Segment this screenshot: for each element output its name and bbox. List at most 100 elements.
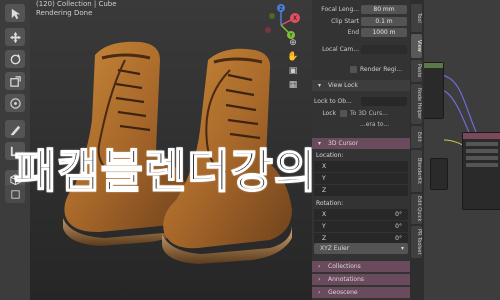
rotate-icon [10,53,20,64]
rotation-label-row: Rotation: [312,198,410,209]
hand-pan-icon[interactable]: ✋ [286,52,300,64]
loc-x-row[interactable]: X [314,161,408,172]
node-socket-row [466,149,498,153]
3d-cursor-title: 3D Cursor [328,140,359,147]
tab-edit-quick[interactable]: Edit Quick [411,194,422,224]
to-3d-cursor-label: To 3D Curs... [350,110,388,117]
focal-length-row: Focal Leng... 80 mm [312,4,410,15]
rot-y-row[interactable]: Y 0° [314,221,408,232]
local-camera-row: Local Cam... [312,44,410,55]
rot-x-label: X [322,211,327,218]
focal-length-label: Focal Leng... [321,6,359,13]
loc-z-row[interactable]: Z [314,185,408,196]
node-box[interactable] [430,158,448,190]
rotation-mode-select[interactable]: XYZ Euler ▾ [314,243,408,254]
clip-end-field[interactable]: 1000 m [361,28,407,37]
location-label-row: Location: [312,150,410,161]
viewport-nav-icons: ⊕ ✋ ▣ ▦ [286,38,302,98]
gizmo-x-label: X [293,15,297,22]
node-header [424,63,443,68]
3d-cursor-header[interactable]: ▾ 3D Cursor [312,138,410,149]
location-label: Location: [316,152,344,159]
local-camera-label: Local Cam... [322,46,359,53]
camera-lock-label: ...era to... [360,121,390,128]
node-header [463,133,500,139]
loc-y-label: Y [322,175,326,182]
chevron-right-icon: › [318,289,321,296]
tab-edit[interactable]: Edit [411,126,422,148]
view-lock-title: View Lock [328,82,358,89]
lock-to-object-field[interactable] [361,97,407,106]
node-socket-row [466,156,498,160]
local-camera-checkbox[interactable] [361,45,407,54]
lock-to-object-row: Lock to Ob... [312,96,410,107]
tab-blenderkit[interactable]: BlenderKit [411,150,422,192]
tab-paste[interactable]: Paste [411,60,422,82]
chevron-down-icon: ▾ [318,82,322,89]
node-socket-row [466,142,498,146]
tab-node-helper[interactable]: Node Helper [411,84,422,124]
tab-view[interactable]: View [411,34,422,58]
viewport-header: (120) Collection | Cube Rendering Done [36,0,117,18]
lock-label: Lock [322,110,336,117]
render-region-row: Render Regi... [312,64,410,75]
annotations-header[interactable]: › Annotations [312,274,410,285]
properties-panel: Focal Leng... 80 mm Clip Start 0.1 m End… [312,0,410,300]
focal-length-field[interactable]: 80 mm [361,5,407,14]
sidebar-tabs: Tool View Paste Node Helper Edit Blender… [410,0,424,300]
chevron-down-icon: ▾ [318,140,322,147]
chevron-right-icon: › [318,263,321,270]
camera-view-icon[interactable]: ▣ [286,66,300,78]
camera-lock-row: ...era to... [312,119,410,130]
lock-row: Lock To 3D Curs... [312,108,410,119]
chevron-right-icon: › [318,276,321,283]
rotate-tool[interactable] [5,50,25,68]
geoscene-title: Geoscene [328,289,358,296]
clip-end-row: End 1000 m [312,27,410,38]
overlay-title: 패캠블렌더강의 [13,143,318,199]
transform-icon [9,97,21,109]
scale-icon [9,75,21,87]
collections-header[interactable]: › Collections [312,261,410,272]
rot-y-label: Y [322,223,326,230]
rot-y-value: 0° [395,223,402,230]
clip-start-field[interactable]: 0.1 m [361,17,407,26]
node-box[interactable] [424,62,444,119]
move-arrows-icon [9,31,21,43]
node-socket-row [466,163,498,167]
clip-start-label: Clip Start [331,18,359,25]
gizmo-z-label: Z [279,6,283,12]
pencil-icon [10,125,20,135]
render-region-label: Render Regi... [360,66,403,73]
collections-title: Collections [328,263,361,270]
zoom-icon[interactable]: ⊕ [286,38,300,50]
rotation-label: Rotation: [316,200,344,207]
rotation-mode-value: XYZ Euler [320,245,350,252]
node-box[interactable] [462,132,500,210]
rot-x-value: 0° [395,211,402,218]
grid-perspective-icon[interactable]: ▦ [286,80,300,92]
scale-tool[interactable] [5,72,25,90]
render-region-checkbox[interactable] [350,66,357,73]
node-editor[interactable] [424,0,500,300]
transform-tool[interactable] [5,94,25,112]
lock-to-object-label: Lock to Ob... [314,98,352,105]
clip-start-row: Clip Start 0.1 m [312,16,410,27]
clip-end-label: End [347,29,359,36]
lock-checkbox[interactable] [340,110,347,117]
select-box-tool[interactable] [5,4,25,22]
annotations-title: Annotations [328,276,365,283]
chevron-down-icon: ▾ [400,245,404,252]
render-status: Rendering Done [36,9,93,17]
view-lock-header[interactable]: ▾ View Lock [312,80,410,91]
collection-info: (120) Collection | Cube [36,0,117,8]
loc-z-label: Z [322,187,327,194]
loc-x-label: X [322,163,327,170]
tab-pr-toolset[interactable]: PR Toolset [411,226,422,258]
cursor-select-icon [11,8,20,19]
move-tool[interactable] [5,28,25,46]
tab-tool[interactable]: Tool [411,4,422,32]
loc-y-row[interactable]: Y [314,173,408,184]
geoscene-header[interactable]: › Geoscene [312,287,410,298]
rot-x-row[interactable]: X 0° [314,209,408,220]
